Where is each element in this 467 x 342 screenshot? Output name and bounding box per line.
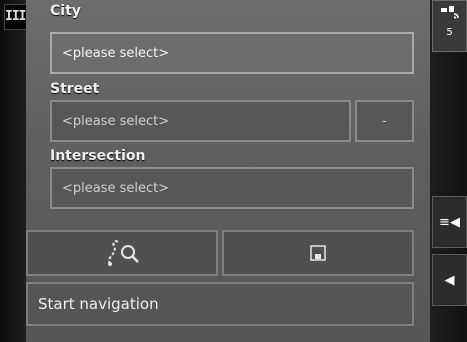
start-navigation-label: Start navigation: [38, 295, 159, 313]
gps-status-button[interactable]: 5: [432, 0, 467, 52]
map-search-button[interactable]: [26, 230, 218, 276]
city-field[interactable]: <please select>: [50, 32, 414, 74]
house-number-field[interactable]: -: [355, 100, 414, 142]
gps-satellite-count: 5: [446, 27, 453, 38]
back-button[interactable]: ◀: [432, 254, 467, 306]
street-label: Street: [50, 81, 100, 97]
menu-icon: ≡◀: [439, 214, 460, 230]
save-icon: [310, 245, 326, 261]
intersection-label: Intersection: [50, 148, 146, 164]
house-number-value: -: [382, 113, 387, 129]
city-value: <please select>: [62, 45, 170, 61]
city-label: City: [50, 3, 81, 19]
menu-button[interactable]: ≡◀: [432, 196, 467, 248]
save-button[interactable]: [222, 230, 414, 276]
street-value: <please select>: [62, 113, 170, 129]
intersection-value: <please select>: [62, 180, 170, 196]
route-search-icon: [108, 240, 139, 266]
start-navigation-button[interactable]: Start navigation: [26, 282, 414, 326]
street-field[interactable]: <please select>: [50, 100, 351, 142]
satellite-icon: [441, 6, 459, 19]
intersection-field[interactable]: <please select>: [50, 167, 414, 209]
back-icon: ◀: [444, 272, 455, 288]
